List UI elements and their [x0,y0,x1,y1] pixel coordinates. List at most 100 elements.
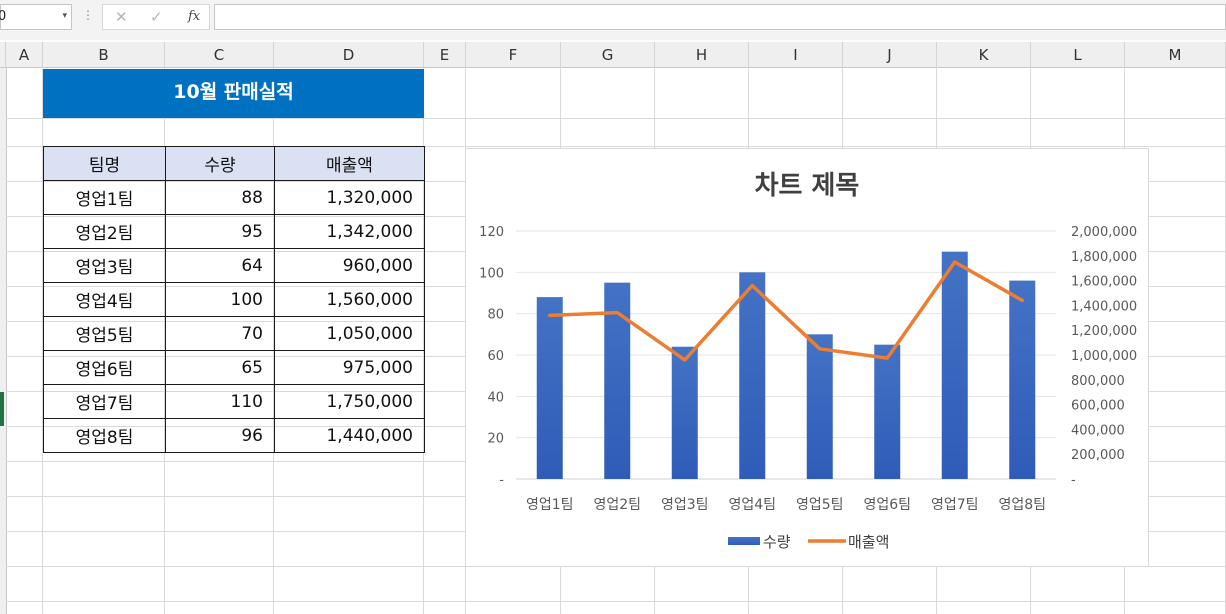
team-cell[interactable]: 영업2팀 [43,214,166,249]
column-header-i[interactable]: I [749,42,843,68]
category-label: 영업6팀 [863,497,911,513]
chart-canvas: 차트 제목 - 20 40 60 80 100 120 - 200,000 400,000 600… [479,171,1137,551]
y-tick-label: 20 [487,432,504,447]
team-cell[interactable]: 영업8팀 [43,418,166,453]
quantity-cell[interactable]: 96 [165,418,275,453]
sales-cell[interactable]: 1,342,000 [274,214,425,249]
table-row: 영업7팀 110 1,750,000 [43,384,425,419]
quantity-cell[interactable]: 95 [165,214,275,249]
column-header-c[interactable]: C [165,42,274,68]
y2-tick-label: 200,000 [1071,448,1125,463]
quantity-cell[interactable]: 110 [165,384,275,419]
category-label: 영업1팀 [526,497,574,513]
chevron-down-icon[interactable]: ▾ [62,11,67,21]
table-row: 영업8팀 96 1,440,000 [43,418,425,453]
sales-cell[interactable]: 1,320,000 [274,180,425,215]
table-row: 영업4팀 100 1,560,000 [43,282,425,317]
name-box[interactable]: 0 ▾ [0,4,72,30]
bar-3[interactable] [671,346,698,479]
column-header-f[interactable]: F [466,42,561,68]
column-header-a[interactable]: A [6,42,43,68]
column-header-j[interactable]: J [843,42,937,68]
header-team[interactable]: 팀명 [43,146,166,181]
column-header-e[interactable]: E [424,42,466,68]
category-label: 영업8팀 [998,497,1046,513]
bar-6[interactable] [874,344,901,479]
y2-tick-label: 1,800,000 [1071,250,1137,265]
bar-7[interactable] [941,251,968,479]
y2-tick-label: 800,000 [1071,374,1125,389]
check-icon[interactable]: ✓ [150,8,163,26]
y-tick-label: 120 [479,225,504,240]
y2-tick-label: 1,600,000 [1071,275,1137,290]
y2-tick-label: 400,000 [1071,423,1125,438]
team-cell[interactable]: 영업6팀 [43,350,166,385]
column-header-h[interactable]: H [655,42,749,68]
y2-tick-label: 600,000 [1071,399,1125,414]
sales-cell[interactable]: 960,000 [274,248,425,283]
grid-row-line [6,118,1226,119]
sales-cell[interactable]: 1,750,000 [274,384,425,419]
y2-tick-label: - [1071,473,1076,488]
sales-cell[interactable]: 1,440,000 [274,418,425,453]
row-header-strip[interactable] [0,68,7,614]
y-tick-label: 100 [479,266,504,281]
quantity-cell[interactable]: 88 [165,180,275,215]
quantity-cell[interactable]: 64 [165,248,275,283]
legend-sales[interactable]: 매출액 [848,533,889,551]
table-body: 영업1팀 88 1,320,000 영업2팀 95 1,342,000 영업3팀 64 960,… [43,180,425,453]
formula-bar: 0 ▾ ⋮ ✕ ✓ fx [0,0,1226,40]
bar-4[interactable] [739,272,766,479]
row-selection-marker [0,392,4,426]
header-quantity[interactable]: 수량 [165,146,275,181]
team-cell[interactable]: 영업5팀 [43,316,166,351]
sales-cell[interactable]: 1,050,000 [274,316,425,351]
bar-8[interactable] [1009,280,1036,479]
column-header-g[interactable]: G [561,42,655,68]
chart-title[interactable]: 차트 제목 [755,171,860,201]
quantity-cell[interactable]: 70 [165,316,275,351]
insert-function-icon[interactable]: fx [188,9,200,24]
combo-chart[interactable]: 차트 제목 - 20 40 60 80 100 120 - 200,000 400,000 600… [465,148,1149,567]
sheet-title-banner[interactable]: 10월 판매실적 [43,69,424,118]
header-sales[interactable]: 매출액 [274,146,425,181]
formula-buttons: ✕ ✓ fx [102,4,210,30]
legend-quantity[interactable]: 수량 [763,533,791,551]
category-label: 영업7팀 [931,497,979,513]
column-header-l[interactable]: L [1031,42,1125,68]
bar-1[interactable] [536,297,563,479]
category-label: 영업3팀 [661,497,709,513]
team-cell[interactable]: 영업4팀 [43,282,166,317]
category-label: 영업4팀 [728,497,776,513]
table-row: 영업6팀 65 975,000 [43,350,425,385]
category-label: 영업2팀 [593,497,641,513]
drag-handle-icon[interactable]: ⋮ [82,8,94,22]
y-tick-label: 80 [487,308,504,323]
name-box-value: 0 [0,9,7,24]
y-tick-label: 40 [487,390,504,405]
y2-tick-label: 2,000,000 [1071,225,1137,240]
y-tick-label: 60 [487,349,504,364]
team-cell[interactable]: 영업3팀 [43,248,166,283]
y2-tick-label: 1,200,000 [1071,324,1137,339]
team-cell[interactable]: 영업1팀 [43,180,166,215]
table-row: 영업2팀 95 1,342,000 [43,214,425,249]
y2-tick-label: 1,000,000 [1071,349,1137,364]
category-label: 영업5팀 [796,497,844,513]
table-row: 영업1팀 88 1,320,000 [43,180,425,215]
sales-cell[interactable]: 975,000 [274,350,425,385]
bar-5[interactable] [806,334,833,479]
sales-cell[interactable]: 1,560,000 [274,282,425,317]
cancel-icon[interactable]: ✕ [115,8,128,26]
column-header-d[interactable]: D [274,42,424,68]
team-cell[interactable]: 영업7팀 [43,384,166,419]
y2-tick-label: 1,400,000 [1071,299,1137,314]
table-row: 영업5팀 70 1,050,000 [43,316,425,351]
column-header-m[interactable]: M [1125,42,1226,68]
quantity-cell[interactable]: 100 [165,282,275,317]
column-header-row: ABCDEFGHIJKLM [0,42,1226,68]
quantity-cell[interactable]: 65 [165,350,275,385]
column-header-b[interactable]: B [43,42,165,68]
column-header-k[interactable]: K [937,42,1031,68]
formula-input[interactable] [214,4,1226,30]
